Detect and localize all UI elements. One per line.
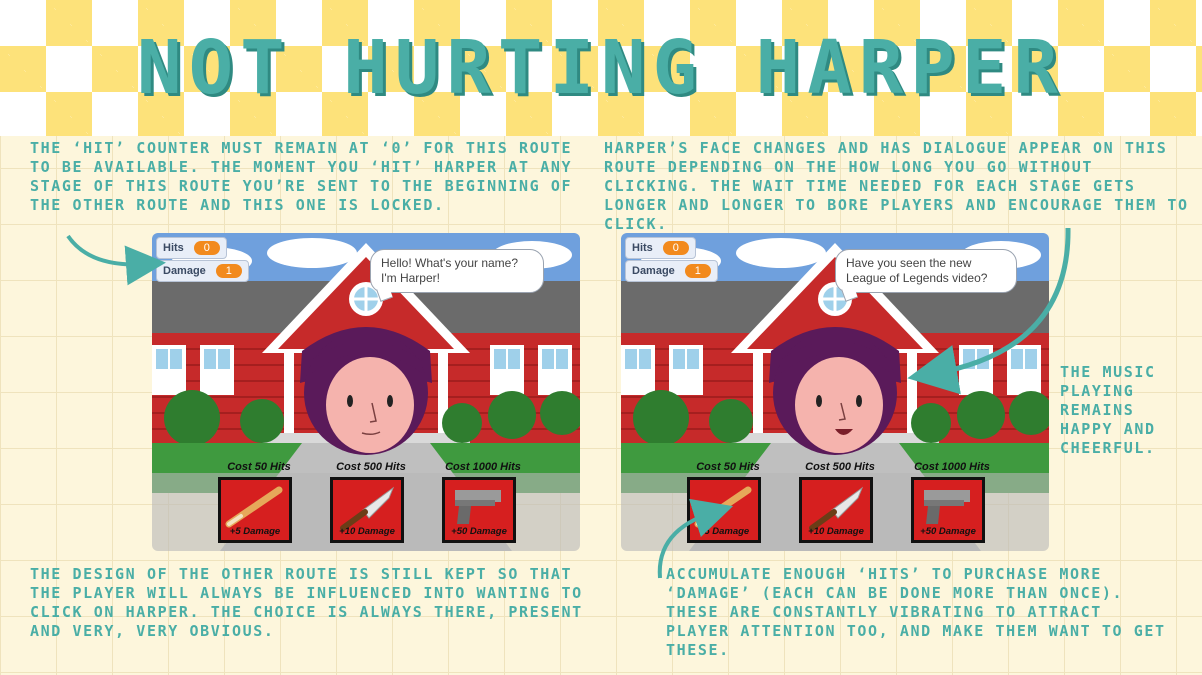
arrow-to-counter <box>66 234 166 286</box>
arrow-to-face <box>907 227 1071 395</box>
arrow-to-shop <box>657 498 734 579</box>
annotation-arrows <box>66 227 1071 579</box>
